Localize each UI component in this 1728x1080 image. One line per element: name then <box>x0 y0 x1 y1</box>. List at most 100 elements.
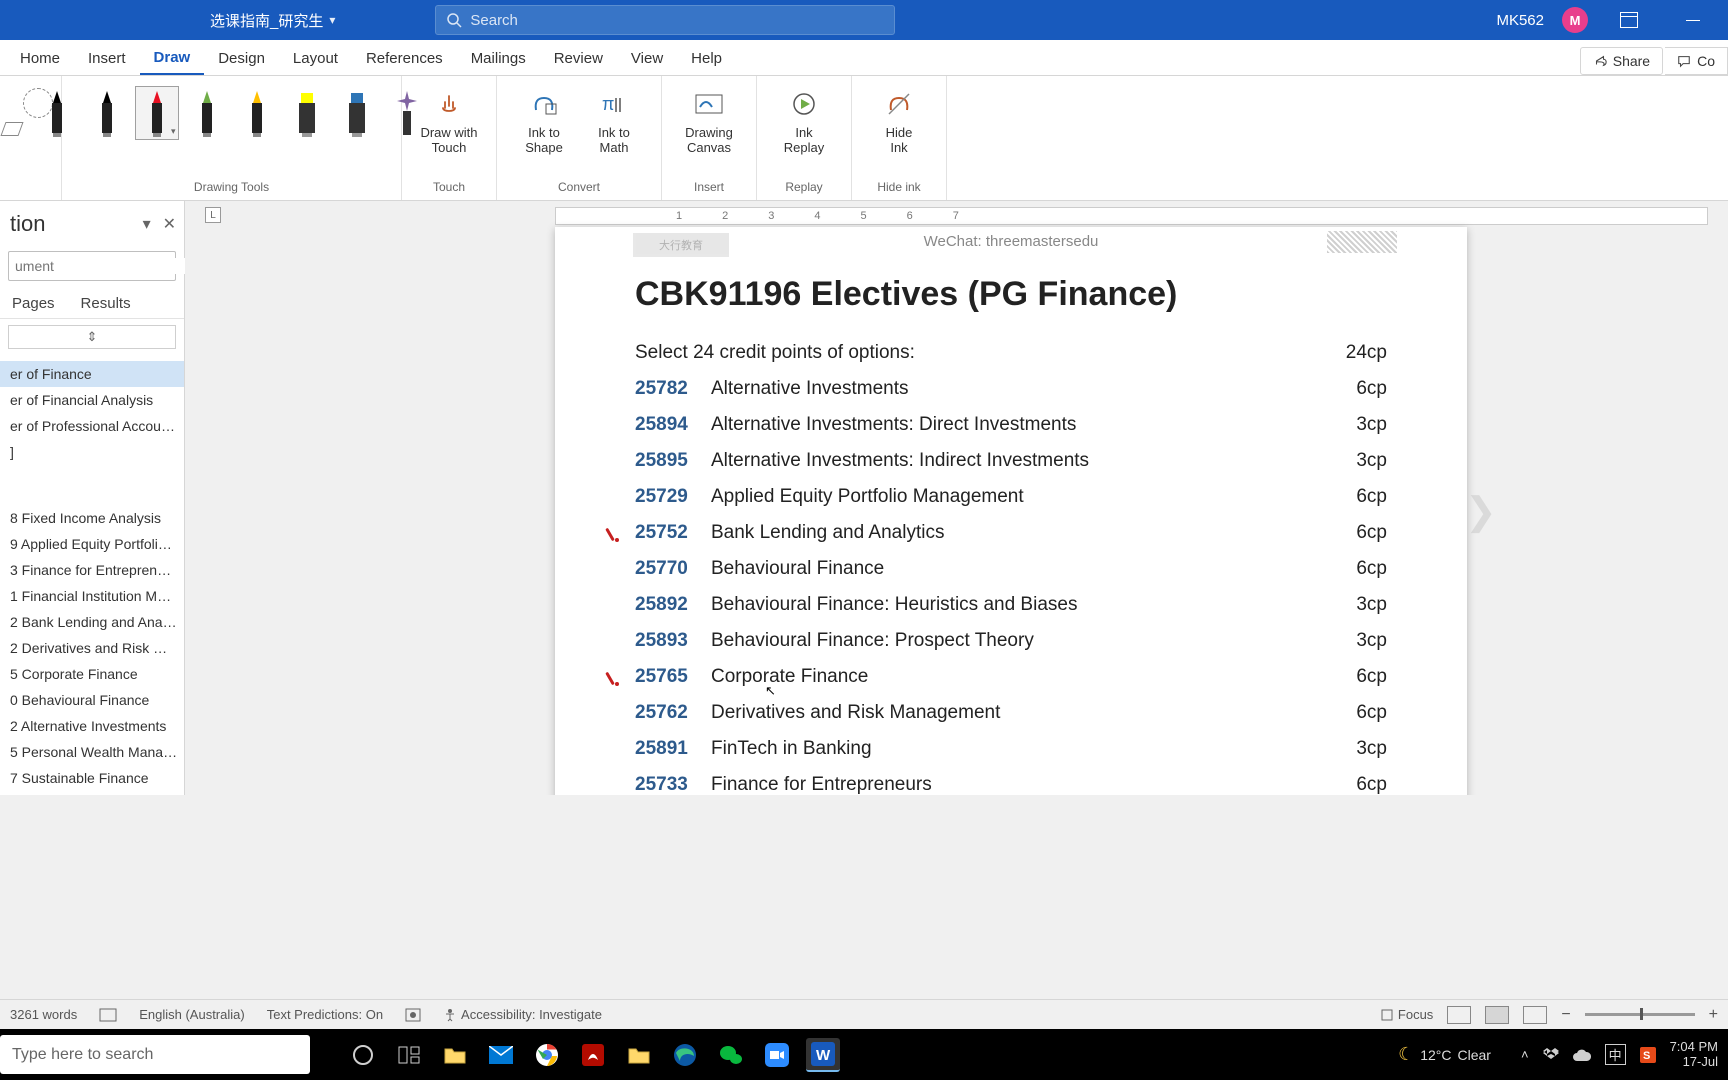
clock-time: 7:04 PM <box>1670 1040 1718 1055</box>
read-mode-button[interactable] <box>1447 1006 1471 1024</box>
tab-view[interactable]: View <box>617 41 677 75</box>
ink-to-shape-button[interactable]: Ink to Shape <box>509 82 579 156</box>
close-icon[interactable]: ✕ <box>163 214 176 234</box>
drawing-canvas-button[interactable]: Drawing Canvas <box>674 82 744 156</box>
hide-ink-button[interactable]: Hide Ink <box>864 82 934 156</box>
nav-item[interactable]: 2 Alternative Investments <box>0 713 184 739</box>
minimize-icon[interactable] <box>1670 0 1716 40</box>
document-title[interactable]: 选课指南_研究生 ▾ <box>210 10 335 31</box>
horizontal-ruler[interactable]: 1234567 <box>555 207 1708 225</box>
pen-5[interactable] <box>285 86 329 140</box>
pen-1[interactable] <box>85 86 129 140</box>
ribbon-display-icon[interactable] <box>1606 0 1652 40</box>
zoom-in-button[interactable]: + <box>1709 1006 1718 1024</box>
comments-button[interactable]: Co <box>1665 47 1728 75</box>
nav-item[interactable]: 3 Finance for Entrepreneurs <box>0 557 184 583</box>
pen-7[interactable] <box>385 86 429 140</box>
ink-to-shape-label: Ink to Shape <box>525 126 563 156</box>
pen-2[interactable]: ▾ <box>135 86 179 140</box>
nav-item[interactable]: er of Financial Analysis <box>0 387 184 413</box>
tab-design[interactable]: Design <box>204 41 279 75</box>
spellcheck-icon[interactable] <box>99 1008 117 1022</box>
ink-replay-button[interactable]: Ink Replay <box>769 82 839 156</box>
file-explorer-icon[interactable] <box>438 1038 472 1072</box>
nav-item[interactable]: 2 Derivatives and Risk Ma… <box>0 635 184 661</box>
tab-layout[interactable]: Layout <box>279 41 352 75</box>
nav-search-field[interactable] <box>15 258 196 274</box>
tab-mailings[interactable]: Mailings <box>457 41 540 75</box>
zoom-out-button[interactable]: − <box>1561 1006 1570 1024</box>
weather-widget[interactable]: ☾ 12°C Clear <box>1398 1044 1491 1065</box>
acrobat-icon[interactable] <box>576 1038 610 1072</box>
pen-0[interactable] <box>35 86 79 140</box>
tab-draw[interactable]: Draw <box>140 41 205 75</box>
tab-insert[interactable]: Insert <box>74 41 140 75</box>
nav-item[interactable]: er of Professional Accoun… <box>0 413 184 439</box>
folder-icon[interactable] <box>622 1038 656 1072</box>
windows-search-input[interactable]: Type here to search <box>0 1035 310 1074</box>
nav-item[interactable]: 8 Fixed Income Analysis <box>0 505 184 531</box>
nav-item[interactable]: 5 Corporate Finance <box>0 661 184 687</box>
pen-6[interactable] <box>335 86 379 140</box>
text-predictions-status[interactable]: Text Predictions: On <box>267 1007 383 1022</box>
nav-expand-button[interactable]: ⇕ <box>8 325 176 349</box>
tab-references[interactable]: References <box>352 41 457 75</box>
clock[interactable]: 7:04 PM 17-Jul <box>1670 1040 1718 1070</box>
nav-item[interactable]: 7 Sustainable Finance <box>0 765 184 791</box>
nav-tab-results[interactable]: Results <box>81 295 131 312</box>
nav-item[interactable]: 0 Behavioural Finance <box>0 687 184 713</box>
course-code: 25892 <box>635 594 711 616</box>
pen-icon <box>45 89 69 139</box>
onedrive-icon[interactable] <box>1573 1049 1591 1061</box>
wechat-icon[interactable] <box>714 1038 748 1072</box>
nav-item[interactable]: 5 Personal Wealth Manag… <box>0 739 184 765</box>
nav-item[interactable]: er of Finance <box>0 361 184 387</box>
nav-tab-pages[interactable]: Pages <box>12 295 55 312</box>
edge-icon[interactable] <box>668 1038 702 1072</box>
ime-icon[interactable]: 中 <box>1605 1044 1626 1065</box>
nav-item[interactable]: 2 Bank Lending and Analy… <box>0 609 184 635</box>
dropbox-icon[interactable] <box>1543 1048 1559 1062</box>
zoom-icon[interactable] <box>760 1038 794 1072</box>
print-layout-button[interactable] <box>1485 1006 1509 1024</box>
user-name[interactable]: MK562 <box>1496 12 1544 29</box>
word-icon[interactable]: W <box>806 1038 840 1072</box>
nav-item[interactable]: 9 Applied Equity Portfolio… <box>0 531 184 557</box>
highlighter-icon <box>295 89 319 139</box>
language-status[interactable]: English (Australia) <box>139 1007 245 1022</box>
zoom-slider[interactable] <box>1585 1013 1695 1016</box>
ink-to-math-button[interactable]: π Ink to Math <box>579 82 649 156</box>
eraser-icon[interactable] <box>0 122 23 136</box>
pen-3[interactable] <box>185 86 229 140</box>
share-button[interactable]: Share <box>1580 47 1663 75</box>
word-count[interactable]: 3261 words <box>10 1007 77 1022</box>
search-input[interactable]: Search <box>435 5 895 35</box>
tab-home[interactable]: Home <box>6 41 74 75</box>
accessibility-status[interactable]: Accessibility: Investigate <box>443 1007 602 1022</box>
web-layout-button[interactable] <box>1523 1006 1547 1024</box>
pen-4[interactable] <box>235 86 279 140</box>
nav-item[interactable]: 1 Financial Institution Ma… <box>0 583 184 609</box>
task-view-icon[interactable] <box>392 1038 426 1072</box>
pen-gallery[interactable]: ▾ <box>35 82 429 140</box>
tray-expand-icon[interactable]: ˄ <box>1521 1047 1529 1062</box>
tab-stop-indicator[interactable]: L <box>205 207 221 223</box>
nav-search-input[interactable]: ▾ <box>8 251 176 281</box>
nav-item[interactable]: ] <box>0 439 184 465</box>
chrome-icon[interactable] <box>530 1038 564 1072</box>
tab-review[interactable]: Review <box>540 41 617 75</box>
macro-icon[interactable] <box>405 1008 421 1022</box>
sogou-icon[interactable]: S <box>1640 1047 1656 1063</box>
focus-button[interactable]: Focus <box>1380 1007 1433 1022</box>
avatar[interactable]: M <box>1562 7 1588 33</box>
accessibility-icon <box>443 1008 457 1022</box>
chevron-down-icon[interactable]: ▾ <box>143 214 151 234</box>
tab-help[interactable]: Help <box>677 41 736 75</box>
cortana-icon[interactable] <box>346 1038 380 1072</box>
share-icon <box>1593 54 1607 68</box>
draw-with-touch-label: Draw with Touch <box>420 126 477 156</box>
mail-icon[interactable] <box>484 1038 518 1072</box>
document-area[interactable]: L 1234567 大行教育 WeChat: threemastersedu C… <box>185 201 1728 795</box>
pen-icon <box>195 89 219 139</box>
shape-icon <box>530 90 558 118</box>
